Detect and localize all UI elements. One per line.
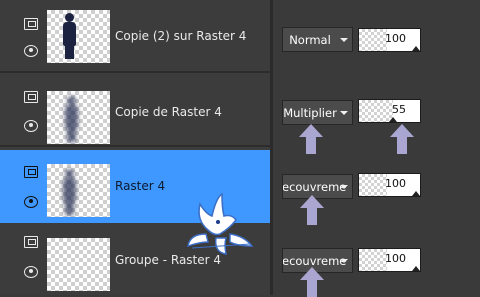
arrow-up-icon bbox=[300, 267, 324, 297]
opacity-marker bbox=[412, 46, 420, 51]
opacity-field[interactable]: 100 bbox=[358, 173, 421, 197]
fox-mascot-icon bbox=[187, 192, 254, 255]
opacity-marker bbox=[389, 117, 397, 122]
layer-thumbnail bbox=[47, 164, 110, 217]
layer-row[interactable]: Copie de Raster 4 bbox=[0, 74, 270, 147]
raster-layer-icon[interactable] bbox=[24, 18, 38, 30]
watermark-logo bbox=[186, 190, 256, 256]
layer-thumbnail bbox=[47, 91, 110, 144]
layer-name: Copie de Raster 4 bbox=[115, 105, 222, 119]
raster-layer-icon[interactable] bbox=[24, 166, 38, 178]
layer-name: Raster 4 bbox=[115, 179, 166, 193]
chevron-down-icon bbox=[340, 111, 348, 115]
eye-icon[interactable] bbox=[24, 266, 38, 278]
eye-icon[interactable] bbox=[24, 196, 38, 208]
chevron-down-icon bbox=[340, 38, 348, 42]
arrow-up-icon bbox=[390, 124, 414, 154]
blend-mode-select[interactable]: Normal bbox=[282, 27, 353, 52]
opacity-marker bbox=[412, 266, 420, 271]
layer-thumbnail bbox=[47, 10, 110, 63]
layer-row[interactable]: Copie (2) sur Raster 4 bbox=[0, 0, 270, 73]
chevron-down-icon bbox=[340, 259, 348, 263]
opacity-field[interactable]: 100 bbox=[358, 248, 421, 272]
layer-name: Copie (2) sur Raster 4 bbox=[115, 29, 247, 43]
arrow-up-icon bbox=[300, 195, 324, 225]
layer-thumbnail bbox=[47, 238, 110, 291]
raster-layer-icon[interactable] bbox=[24, 91, 38, 103]
chevron-down-icon bbox=[340, 185, 348, 189]
opacity-marker bbox=[412, 191, 420, 196]
raster-layer-icon[interactable] bbox=[24, 236, 38, 248]
eye-icon[interactable] bbox=[24, 45, 38, 57]
opacity-field[interactable]: 100 bbox=[358, 28, 421, 52]
eye-icon[interactable] bbox=[24, 120, 38, 132]
blend-mode-select[interactable]: Multiplier bbox=[282, 100, 353, 125]
opacity-field[interactable]: 55 bbox=[358, 99, 421, 123]
arrow-up-icon bbox=[299, 124, 323, 154]
